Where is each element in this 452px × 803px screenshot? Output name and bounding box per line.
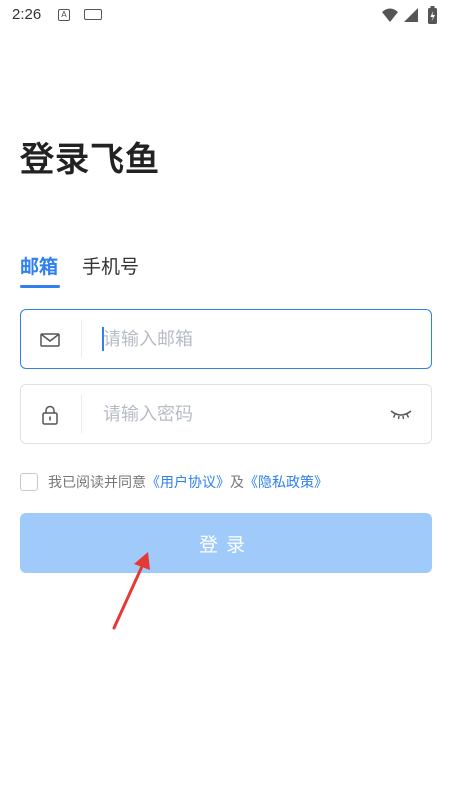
system-status-icons	[382, 6, 437, 24]
lock-icon	[42, 405, 58, 425]
page-title: 登录飞鱼	[20, 140, 160, 180]
wifi-icon	[382, 8, 398, 22]
password-field[interactable]	[20, 384, 432, 444]
email-input[interactable]	[103, 310, 393, 368]
field-divider	[81, 320, 82, 358]
password-input[interactable]	[103, 385, 393, 443]
agreement-conjunction: 及	[230, 475, 244, 491]
status-time: 2:26	[12, 6, 42, 23]
privacy-policy-link[interactable]: 《隐私政策》	[244, 472, 328, 492]
status-bar: 2:26 A	[0, 0, 452, 32]
agreement-row: 我已阅读并同意 《用户协议》 及 《隐私政策》	[20, 472, 328, 492]
active-tab-indicator	[20, 285, 60, 288]
battery-icon	[428, 6, 437, 24]
login-button[interactable]: 登录	[20, 513, 432, 573]
eye-closed-icon[interactable]	[389, 405, 413, 423]
agreement-checkbox[interactable]	[20, 473, 38, 491]
email-field[interactable]	[20, 309, 432, 369]
user-agreement-link[interactable]: 《用户协议》	[146, 472, 230, 492]
agreement-text: 我已阅读并同意	[48, 475, 146, 491]
field-divider	[81, 395, 82, 433]
mail-icon	[40, 333, 60, 347]
signal-icon	[404, 8, 418, 22]
a-icon: A	[58, 9, 70, 21]
tab-phone[interactable]: 手机号	[82, 252, 139, 279]
tab-email[interactable]: 邮箱	[20, 252, 58, 279]
annotation-arrow	[112, 552, 150, 630]
keyboard-icon	[84, 9, 102, 20]
